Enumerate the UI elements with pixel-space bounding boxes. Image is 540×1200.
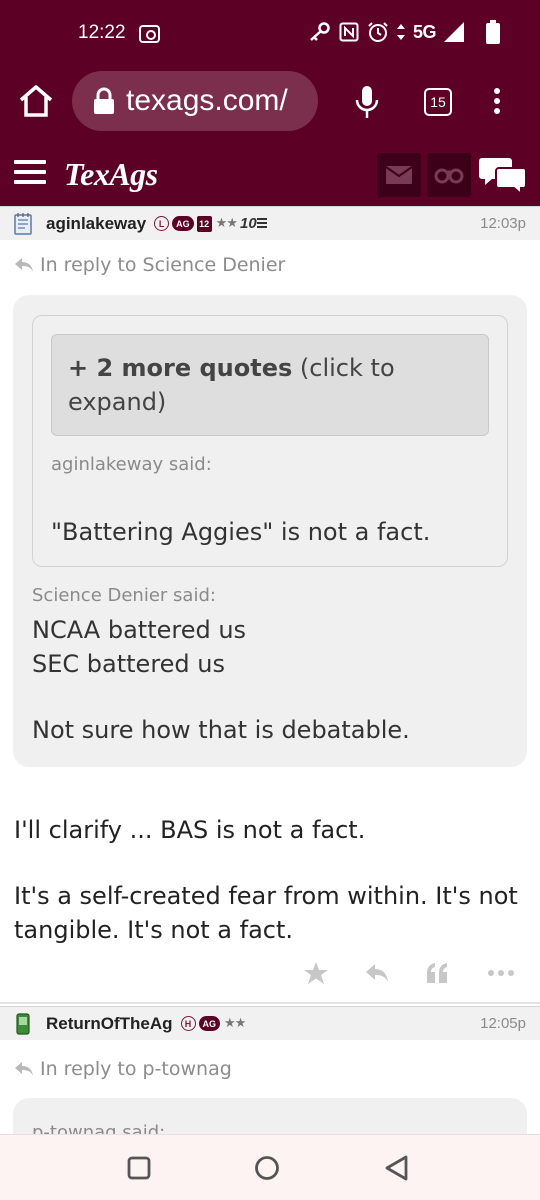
post-meta: ReturnOfTheAg H AG ★★ 12:05p xyxy=(0,1006,540,1040)
user-stars: ★★ xyxy=(224,1016,246,1031)
post-divider xyxy=(0,1002,540,1004)
expand-quotes-button[interactable]: + 2 more quotes (click to expand) xyxy=(51,334,489,436)
key-icon xyxy=(310,22,330,41)
reply-arrow-icon xyxy=(15,258,33,272)
mic-icon[interactable] xyxy=(354,85,380,119)
quote-text-line: NCAA battered us xyxy=(32,616,247,644)
user-badge-ag: AG xyxy=(198,1016,221,1031)
post-username[interactable]: aginlakeway xyxy=(46,214,146,234)
reply-to-text: In reply to Science Denier xyxy=(40,254,286,276)
more-quotes-label: + 2 more quotes xyxy=(68,354,293,382)
quote-text: "Battering Aggies" is not a fact. xyxy=(51,518,431,546)
phone-icon xyxy=(12,1012,34,1035)
battery-icon xyxy=(486,20,500,44)
star-icon[interactable] xyxy=(299,958,333,988)
post-time[interactable]: 12:05p xyxy=(480,1015,526,1032)
cast-icon xyxy=(139,25,160,43)
more-vert-icon[interactable] xyxy=(490,88,504,116)
browser-toolbar: texags.com/ 15 xyxy=(0,68,540,134)
quote-icon[interactable] xyxy=(420,958,454,988)
back-icon[interactable] xyxy=(382,1153,412,1183)
quote-block: + 2 more quotes (click to expand) aginla… xyxy=(13,295,527,767)
tab-switcher-button[interactable]: 15 xyxy=(424,88,452,116)
alarm-icon xyxy=(368,22,388,42)
status-time: 12:22 xyxy=(78,22,126,43)
quote-text-line: Not sure how that is debatable. xyxy=(32,716,410,744)
status-icons: 5G xyxy=(309,20,500,44)
reply-to-text: In reply to p-townag xyxy=(40,1058,232,1080)
user-badge-ag: AG xyxy=(172,216,194,231)
url-text: texags.com/ xyxy=(126,84,288,117)
notepad-icon xyxy=(12,212,34,235)
network-type: 5G xyxy=(412,21,437,42)
user-rank: 10 xyxy=(239,215,257,232)
rank-bars-icon xyxy=(256,217,267,228)
post-meta: aginlakeway L AG 12 ★★ 10 12:03p xyxy=(0,206,540,240)
more-icon[interactable] xyxy=(484,958,518,988)
post-paragraph: It's a self-created fear from within. It… xyxy=(14,882,518,944)
data-arrows-icon xyxy=(396,24,405,40)
nfc-icon xyxy=(339,22,359,42)
post-paragraph: I'll clarify ... BAS is not a fact. xyxy=(14,816,366,844)
home-icon[interactable] xyxy=(18,84,54,118)
status-bar: 12:22 5G xyxy=(0,0,540,68)
post-username[interactable]: ReturnOfTheAg xyxy=(46,1014,173,1034)
user-stars: ★★ xyxy=(215,216,238,231)
user-badge-letter: L xyxy=(154,216,170,231)
post-body: I'll clarify ... BAS is not a fact. It's… xyxy=(14,813,530,947)
site-header: TexAgs xyxy=(0,134,540,206)
user-badge-letter: H xyxy=(180,1016,196,1031)
quote-text-line: SEC battered us xyxy=(32,650,225,678)
post-time[interactable]: 12:03p xyxy=(480,215,526,232)
user-badge-12: 12 xyxy=(196,215,212,232)
quote-author: Science Denier said: xyxy=(32,585,216,606)
system-nav-bar xyxy=(0,1134,540,1200)
signal-icon xyxy=(444,22,464,42)
reply-arrow-icon xyxy=(15,1062,33,1076)
binoculars-button[interactable] xyxy=(427,153,471,197)
hamburger-icon[interactable] xyxy=(14,160,46,184)
site-logo[interactable]: TexAgs xyxy=(64,156,158,193)
chat-icon[interactable] xyxy=(479,156,527,196)
reply-to-line[interactable]: In reply to Science Denier xyxy=(14,254,285,276)
nested-quote: + 2 more quotes (click to expand) aginla… xyxy=(32,315,508,567)
url-bar[interactable]: texags.com/ xyxy=(72,71,318,131)
mail-icon xyxy=(386,166,412,184)
binoculars-icon xyxy=(434,168,464,184)
quote-author: aginlakeway said: xyxy=(51,454,212,475)
reply-to-line[interactable]: In reply to p-townag xyxy=(14,1058,232,1080)
home-nav-icon[interactable] xyxy=(252,1153,282,1183)
lock-icon xyxy=(94,87,114,114)
reply-icon[interactable] xyxy=(360,958,394,988)
mail-button[interactable] xyxy=(377,153,421,197)
recents-icon[interactable] xyxy=(124,1153,154,1183)
